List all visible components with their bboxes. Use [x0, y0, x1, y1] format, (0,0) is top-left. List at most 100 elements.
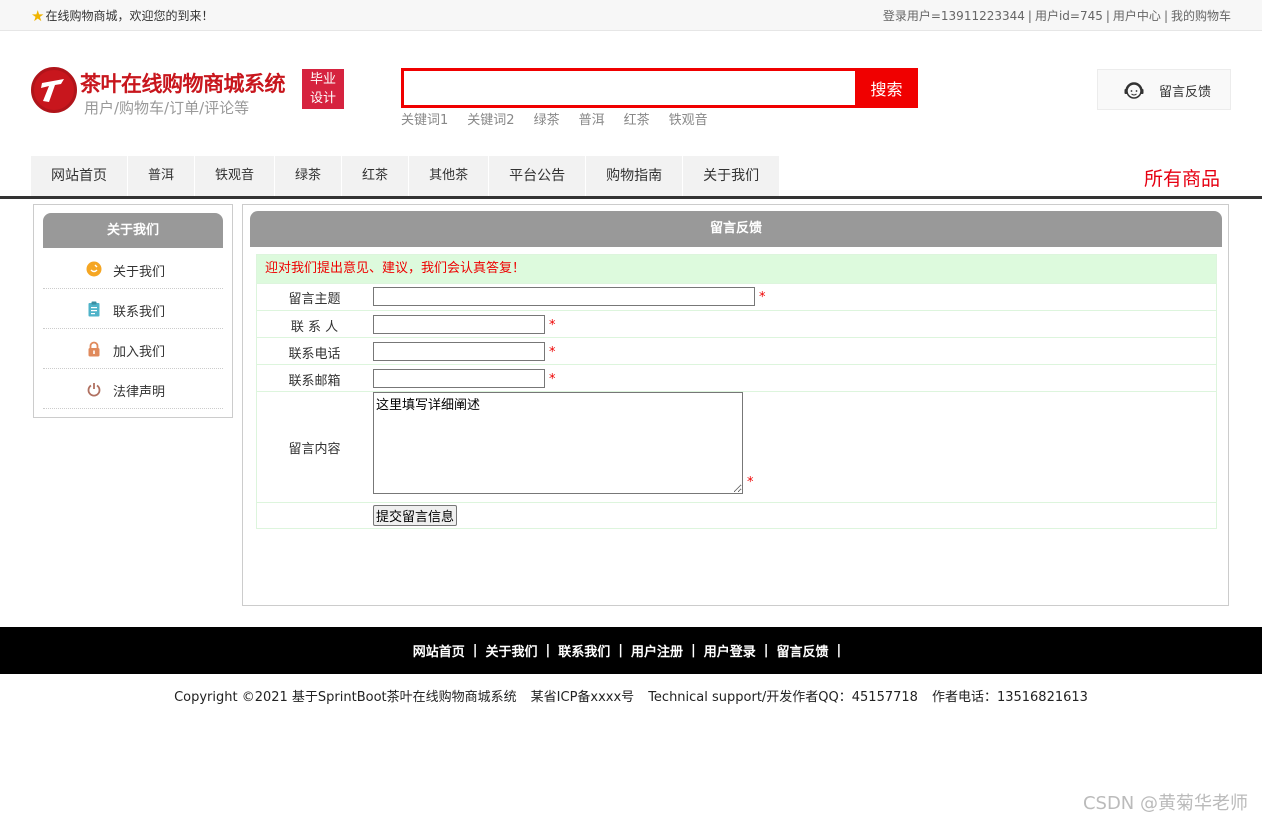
user-links: 登录用户=13911223344 | 用户id=745 | 用户中心 | 我的购物车: [882, 9, 1231, 23]
subject-input[interactable]: [373, 287, 755, 306]
nav-item-tieguanyin[interactable]: 铁观音: [195, 156, 276, 196]
site-logo[interactable]: [31, 67, 77, 113]
star-icon: ★: [31, 6, 45, 25]
nav-item-shopping-guide[interactable]: 购物指南: [586, 156, 684, 196]
smile-icon: [86, 261, 102, 277]
feedback-shortcut[interactable]: 留言反馈: [1097, 69, 1231, 110]
lock-icon: [88, 341, 100, 357]
my-cart-link[interactable]: 我的购物车: [1171, 9, 1231, 23]
sidebar: 关于我们 关于我们 联系我们 加入我们 法律声明: [33, 204, 233, 418]
feedback-label: 留言反馈: [1159, 85, 1212, 100]
sidebar-item-contact[interactable]: 联系我们: [43, 289, 223, 329]
top-bar: ★ 在线购物商城，欢迎您的到来！ 登录用户=13911223344 | 用户id=7…: [0, 0, 1262, 31]
hotword-link[interactable]: 红茶: [624, 109, 650, 128]
site-title: 茶叶在线购物商城系统: [80, 72, 286, 96]
clipboard-icon: [88, 301, 100, 317]
icp-text: 某省ICP备xxxx号: [530, 690, 635, 705]
sidebar-item-label: 联系我们: [113, 305, 166, 320]
user-center-link[interactable]: 用户中心: [1113, 9, 1161, 23]
footer-separator: |: [691, 643, 696, 658]
footer-link-login[interactable]: 用户登录: [704, 641, 756, 660]
csdn-watermark: CSDN @黄菊华老师: [1082, 793, 1248, 814]
footer-separator: |: [836, 643, 842, 658]
user-id-link[interactable]: 用户id=745: [1035, 9, 1103, 23]
feedback-panel: 留言反馈 迎对我们提出意见、建议，我们会认真答复！ 留言主题 * 联 系 人 *…: [242, 204, 1229, 606]
search-button[interactable]: 搜索: [855, 68, 918, 108]
required-mark: *: [747, 475, 754, 490]
phone-label: 联系电话: [288, 347, 341, 362]
hotword-link[interactable]: 铁观音: [669, 109, 708, 128]
footer-nav: 网站首页 | 关于我们 | 联系我们 | 用户注册 | 用户登录 | 留言反馈 |: [0, 627, 1262, 674]
hot-keywords: 关键词1 关键词2 绿茶 普洱 红茶 铁观音: [401, 109, 727, 128]
footer-link-feedback[interactable]: 留言反馈: [777, 641, 829, 660]
form-row-submit: 提交留言信息: [257, 502, 1216, 528]
copyright-line: Copyright ©2021 基于SprintBoot茶叶在线购物商城系统 某省…: [0, 686, 1262, 705]
footer-separator: |: [618, 643, 623, 658]
footer-link-register[interactable]: 用户注册: [631, 641, 683, 660]
content-label: 留言内容: [288, 442, 341, 457]
form-row-phone: 联系电话 *: [257, 337, 1216, 364]
hotword-link[interactable]: 绿茶: [534, 109, 560, 128]
badge-line-2: 设计: [309, 91, 336, 106]
footer-separator: |: [472, 643, 478, 658]
form-row-email: 联系邮箱 *: [257, 364, 1216, 391]
submit-feedback-button[interactable]: 提交留言信息: [373, 505, 458, 526]
nav-item-other-tea[interactable]: 其他茶: [409, 156, 490, 196]
content-textarea[interactable]: 这里填写详细阐述: [373, 392, 743, 494]
required-mark: *: [759, 289, 766, 305]
email-label: 联系邮箱: [288, 374, 341, 389]
logo-icon: [41, 79, 64, 102]
required-mark: *: [549, 344, 556, 360]
footer-link-contact[interactable]: 联系我们: [558, 641, 610, 660]
nav-item-announcements[interactable]: 平台公告: [489, 156, 587, 196]
sidebar-title: 关于我们: [43, 213, 223, 248]
site-subtitle: 用户/购物车/订单/评论等: [84, 99, 250, 117]
sidebar-item-label: 法律声明: [113, 385, 166, 400]
support-text: Technical support/开发作者QQ：45157718: [648, 690, 918, 705]
sidebar-item-join[interactable]: 加入我们: [43, 329, 223, 369]
power-icon: [87, 383, 101, 397]
form-row-content: 留言内容 这里填写详细阐述 *: [257, 391, 1216, 502]
sidebar-item-legal[interactable]: 法律声明: [43, 369, 223, 409]
copyright-text: Copyright ©2021 基于SprintBoot茶叶在线购物商城系统: [174, 690, 517, 705]
contact-input[interactable]: [373, 315, 545, 334]
welcome-text: 在线购物商城，欢迎您的到来！: [45, 9, 214, 23]
footer-separator: |: [545, 643, 551, 658]
required-mark: *: [549, 371, 556, 387]
search-box: 搜索: [401, 68, 918, 108]
footer-separator: |: [763, 643, 769, 658]
hotword-link[interactable]: 关键词1: [401, 109, 448, 128]
nav-item-puer[interactable]: 普洱: [128, 156, 196, 196]
footer-link-home[interactable]: 网站首页: [413, 641, 465, 660]
welcome-message: ★ 在线购物商城，欢迎您的到来！: [31, 7, 213, 24]
nav-divider: [0, 196, 1262, 199]
main-nav: 网站首页 普洱 铁观音 绿茶 红茶 其他茶 平台公告 购物指南 关于我们: [31, 156, 781, 196]
badge-line-1: 毕业: [309, 72, 336, 87]
search-input[interactable]: [404, 71, 858, 105]
hotword-link[interactable]: 普洱: [579, 109, 605, 128]
form-notice: 迎对我们提出意见、建议，我们会认真答复！: [257, 255, 1216, 283]
customer-service-icon: [1124, 82, 1144, 99]
nav-item-about[interactable]: 关于我们: [683, 156, 781, 196]
phone-input[interactable]: [373, 342, 545, 361]
hotword-link[interactable]: 关键词2: [467, 109, 514, 128]
required-mark: *: [549, 317, 556, 333]
sidebar-item-about[interactable]: 关于我们: [43, 249, 223, 289]
subject-label: 留言主题: [288, 292, 341, 307]
nav-item-green-tea[interactable]: 绿茶: [275, 156, 343, 196]
panel-title: 留言反馈: [250, 211, 1222, 247]
nav-item-black-tea[interactable]: 红茶: [342, 156, 410, 196]
feedback-form: 迎对我们提出意见、建议，我们会认真答复！ 留言主题 * 联 系 人 * 联系电话…: [256, 254, 1217, 529]
all-goods-link[interactable]: 所有商品: [1144, 164, 1220, 191]
email-input[interactable]: [373, 369, 545, 388]
nav-item-home[interactable]: 网站首页: [31, 156, 128, 196]
logged-in-user-link[interactable]: 登录用户=13911223344: [883, 9, 1025, 23]
form-row-contact: 联 系 人 *: [257, 310, 1216, 337]
author-phone-text: 作者电话：13516821613: [931, 690, 1088, 705]
sidebar-item-label: 加入我们: [113, 345, 166, 360]
sidebar-item-label: 关于我们: [113, 265, 166, 280]
form-row-subject: 留言主题 *: [257, 283, 1216, 310]
graduation-badge: 毕业 设计: [302, 69, 344, 109]
contact-label: 联 系 人: [290, 320, 339, 335]
footer-link-about[interactable]: 关于我们: [485, 641, 537, 660]
